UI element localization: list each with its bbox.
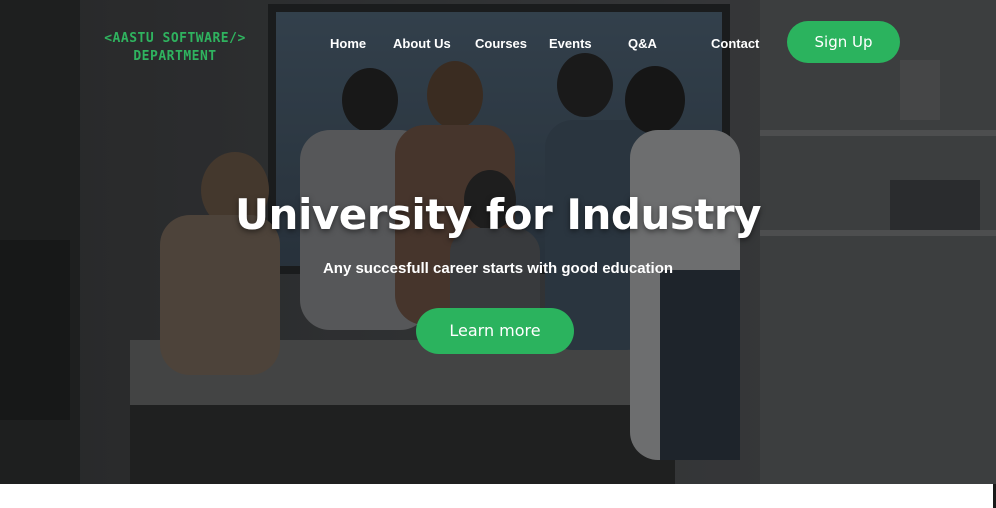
hero-section: <AASTU SOFTWARE/> DEPARTMENT Home About … xyxy=(0,0,996,484)
brand-logo[interactable]: <AASTU SOFTWARE/> DEPARTMENT xyxy=(80,30,270,66)
brand-logo-line2: DEPARTMENT xyxy=(133,49,217,64)
nav-link-events[interactable]: Events xyxy=(549,36,592,51)
nav-link-qa[interactable]: Q&A xyxy=(628,36,657,51)
nav-link-about-us[interactable]: About Us xyxy=(393,36,451,51)
nav-link-courses[interactable]: Courses xyxy=(475,36,527,51)
nav-link-home[interactable]: Home xyxy=(330,36,366,51)
hero-title: University for Industry xyxy=(234,190,762,239)
brand-logo-line1: <AASTU SOFTWARE/> xyxy=(104,31,246,46)
sign-up-button[interactable]: Sign Up xyxy=(787,21,900,63)
hero-subtitle: Any succesfull career starts with good e… xyxy=(322,260,674,277)
learn-more-button[interactable]: Learn more xyxy=(416,308,574,354)
nav-link-contact[interactable]: Contact xyxy=(711,36,759,51)
hero-dark-overlay xyxy=(0,0,996,484)
